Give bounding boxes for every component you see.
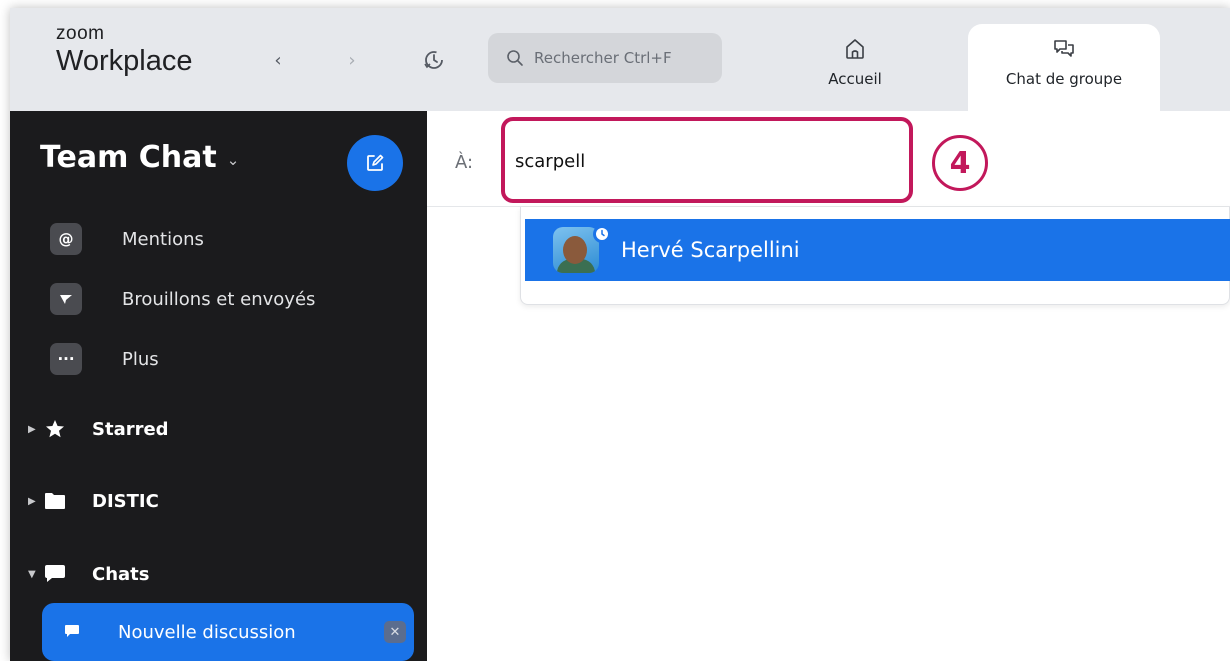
close-icon[interactable]: ✕: [384, 621, 406, 643]
tab-chat-de-groupe[interactable]: Chat de groupe: [968, 24, 1160, 111]
sidebar-group-label: DISTIC: [92, 490, 159, 512]
star-icon: [42, 418, 68, 440]
sidebar-group-label: Chats: [92, 563, 150, 585]
brand-small: zoom: [56, 23, 105, 44]
sidebar-item-brouillons[interactable]: Brouillons et envoyés: [50, 279, 315, 319]
sidebar: Team Chat ⌄ @ Mentions Brouillons et env…: [10, 111, 427, 661]
zoom-logo: zoom Workplace: [56, 24, 192, 78]
suggestion-item[interactable]: Hervé Scarpellini: [525, 219, 1230, 281]
brand-big: Workplace: [56, 45, 193, 77]
sidebar-title: Team Chat: [40, 140, 217, 175]
team-chat-menu[interactable]: Team Chat ⌄: [40, 140, 239, 175]
top-bar: zoom Workplace ‹ › Rechercher Ctrl+F Acc…: [10, 8, 1230, 111]
sidebar-item-plus[interactable]: ··· Plus: [50, 339, 159, 379]
app-window: zoom Workplace ‹ › Rechercher Ctrl+F Acc…: [10, 8, 1230, 661]
recipient-row: À: 4: [427, 111, 1230, 207]
caret-down-icon: ▼: [28, 568, 36, 580]
to-label: À:: [455, 152, 474, 173]
step-number-badge: 4: [932, 135, 988, 191]
forward-button[interactable]: ›: [340, 48, 364, 72]
history-button[interactable]: [420, 46, 448, 74]
presence-clock-icon: [593, 225, 611, 243]
at-icon: @: [50, 223, 82, 255]
annotation-highlight-box: [501, 117, 913, 203]
sidebar-item-nouvelle-discussion[interactable]: Nouvelle discussion ✕: [42, 603, 414, 661]
chevron-left-icon: ‹: [274, 49, 282, 71]
sidebar-group-chats[interactable]: ▼ Chats: [28, 554, 150, 594]
tab-label: Chat de groupe: [1005, 70, 1123, 88]
back-button[interactable]: ‹: [266, 48, 290, 72]
history-icon: [424, 51, 443, 69]
sidebar-item-mentions[interactable]: @ Mentions: [50, 219, 204, 259]
more-icon: ···: [50, 343, 82, 375]
chat-icon: [42, 563, 68, 585]
sidebar-item-label: Nouvelle discussion: [118, 621, 296, 643]
search-box[interactable]: [488, 33, 722, 83]
search-icon: [507, 50, 523, 66]
suggestion-dropdown: Hervé Scarpellini: [520, 207, 1230, 305]
home-icon: [846, 39, 864, 59]
sidebar-group-label: Starred: [92, 418, 169, 440]
chat-icon: [65, 625, 79, 637]
compose-icon: [367, 154, 384, 171]
new-chat-button[interactable]: [347, 135, 403, 191]
sidebar-group-starred[interactable]: ▶ Starred: [28, 409, 169, 449]
send-icon: [50, 283, 82, 315]
search-input[interactable]: [534, 49, 714, 67]
caret-right-icon: ▶: [28, 495, 36, 507]
sidebar-item-label: Plus: [122, 348, 159, 370]
tab-label: Accueil: [828, 70, 882, 88]
chat-bubbles-icon: [1054, 40, 1074, 57]
sidebar-item-label: Mentions: [122, 228, 204, 250]
chevron-down-icon: ⌄: [226, 150, 240, 169]
new-chat-panel: À: 4 Hervé Scarpellini: [427, 111, 1230, 661]
chevron-right-icon: ›: [348, 49, 356, 71]
sidebar-item-label: Brouillons et envoyés: [122, 288, 316, 310]
folder-icon: [42, 490, 68, 512]
sidebar-group-distic[interactable]: ▶ DISTIC: [28, 481, 159, 521]
tab-accueil[interactable]: Accueil: [810, 24, 900, 111]
suggestion-name: Hervé Scarpellini: [621, 238, 800, 262]
caret-right-icon: ▶: [28, 423, 36, 435]
